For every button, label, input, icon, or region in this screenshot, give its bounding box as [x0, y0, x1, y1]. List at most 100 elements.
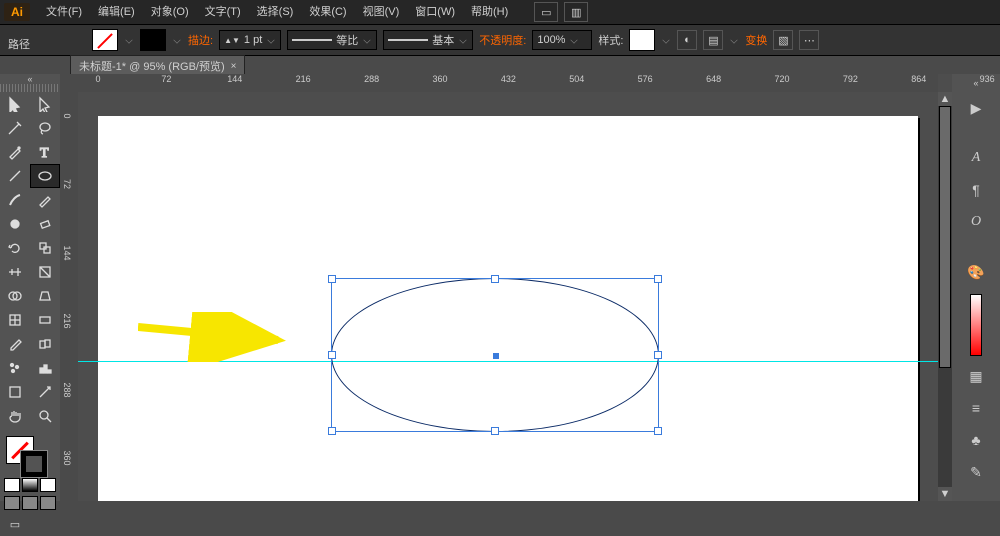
color-mode-normal[interactable] — [4, 478, 20, 492]
selection-handle[interactable] — [328, 427, 336, 435]
toolbox-collapse-icon[interactable]: « — [0, 74, 60, 84]
toolbox-grip[interactable] — [0, 84, 60, 92]
selection-handle[interactable] — [654, 427, 662, 435]
selection-handle[interactable] — [328, 275, 336, 283]
scale-tool[interactable] — [30, 236, 60, 260]
document-tab[interactable]: 未标题-1* @ 95% (RGB/预览) × — [70, 55, 245, 76]
scroll-up-icon[interactable]: ▲ — [938, 92, 952, 106]
scroll-down-icon[interactable]: ▼ — [938, 487, 952, 501]
play-icon[interactable]: ▶ — [963, 96, 989, 120]
eyedropper-tool[interactable] — [0, 332, 30, 356]
selection-handle[interactable] — [491, 275, 499, 283]
graphic-style-swatch[interactable] — [629, 29, 655, 51]
vertical-ruler[interactable]: 072144216288360 — [60, 92, 79, 501]
draw-normal[interactable] — [4, 496, 20, 510]
selection-bounding-box[interactable] — [331, 278, 659, 432]
menu-help[interactable]: 帮助(H) — [463, 0, 516, 24]
lasso-tool[interactable] — [30, 116, 60, 140]
magic-wand-tool[interactable] — [0, 116, 30, 140]
width-tool[interactable] — [0, 260, 30, 284]
artboard-tool[interactable] — [0, 380, 30, 404]
symbols-panel-icon[interactable]: ♣ — [963, 428, 989, 452]
shape-builder-tool[interactable] — [0, 284, 30, 308]
align-icon[interactable]: ▤ — [703, 30, 723, 50]
scrollbar-thumb[interactable] — [939, 106, 951, 368]
chevron-down-icon[interactable] — [731, 36, 738, 43]
brush-tool[interactable] — [0, 188, 30, 212]
draw-behind[interactable] — [22, 496, 38, 510]
svg-text:T: T — [40, 146, 49, 160]
stroke-indicator[interactable] — [20, 450, 48, 478]
stroke-swatch[interactable] — [140, 29, 166, 51]
ruler-origin[interactable] — [60, 74, 79, 93]
paragraph-panel-icon[interactable]: ¶ — [963, 178, 989, 202]
rotate-tool[interactable] — [0, 236, 30, 260]
selection-handle[interactable] — [491, 427, 499, 435]
pencil-tool[interactable] — [30, 188, 60, 212]
recolor-artwork-icon[interactable]: ◐ — [677, 30, 697, 50]
stroke-panel-icon[interactable]: ≡ — [963, 396, 989, 420]
fill-stroke-control[interactable] — [0, 434, 60, 476]
swatches-panel-icon[interactable]: ▦ — [963, 364, 989, 388]
vertical-scrollbar[interactable]: ▲ ▼ — [937, 92, 952, 501]
perspective-tool[interactable] — [30, 284, 60, 308]
direct-selection-tool[interactable] — [30, 92, 60, 116]
selection-tool[interactable] — [0, 92, 30, 116]
viewport[interactable] — [78, 92, 938, 501]
menu-effect[interactable]: 效果(C) — [301, 0, 354, 24]
menu-type[interactable]: 文字(T) — [197, 0, 249, 24]
character-panel-icon[interactable]: A — [963, 146, 989, 170]
more-options-icon[interactable]: ⋯ — [799, 30, 819, 50]
transform-label[interactable]: 变换 — [745, 32, 767, 48]
ellipse-tool[interactable] — [30, 164, 60, 188]
color-mode-none[interactable] — [40, 478, 56, 492]
symbol-sprayer-tool[interactable] — [0, 356, 30, 380]
menu-view[interactable]: 视图(V) — [355, 0, 408, 24]
menu-object[interactable]: 对象(O) — [143, 0, 197, 24]
line-tool[interactable] — [0, 164, 30, 188]
zoom-tool[interactable] — [30, 404, 60, 428]
hand-tool[interactable] — [0, 404, 30, 428]
eraser-tool[interactable] — [30, 212, 60, 236]
menu-select[interactable]: 选择(S) — [249, 0, 302, 24]
main-area: « T ▭ « ▶ A ¶ O 🎨 ▦ ≡ ♣ ✎ — [0, 74, 1000, 501]
brush-definition[interactable]: 基本 — [383, 30, 473, 50]
close-tab-icon[interactable]: × — [231, 61, 237, 72]
draw-inside[interactable] — [40, 496, 56, 510]
column-graph-tool[interactable] — [30, 356, 60, 380]
menu-file[interactable]: 文件(F) — [38, 0, 90, 24]
chevron-down-icon[interactable] — [663, 36, 670, 43]
menu-edit[interactable]: 编辑(E) — [90, 0, 143, 24]
isolate-icon[interactable]: ▧ — [773, 30, 793, 50]
menu-window[interactable]: 窗口(W) — [407, 0, 463, 24]
screen-mode-tool[interactable]: ▭ — [0, 512, 30, 536]
opentype-panel-icon[interactable]: O — [963, 210, 989, 234]
workspace-switcher-icon[interactable]: ▭ — [534, 2, 558, 22]
blend-tool[interactable] — [30, 332, 60, 356]
slice-tool[interactable] — [30, 380, 60, 404]
gradient-tool[interactable] — [30, 308, 60, 332]
variable-width-profile[interactable]: 等比 — [287, 30, 377, 50]
chevron-down-icon — [460, 36, 467, 43]
blob-brush-tool[interactable] — [0, 212, 30, 236]
color-panel-icon[interactable]: 🎨 — [963, 260, 989, 284]
pen-tool[interactable] — [0, 140, 30, 164]
selection-handle[interactable] — [328, 351, 336, 359]
horizontal-ruler[interactable]: 072144216288360432504576648720792864936 — [78, 74, 938, 93]
color-mode-gradient[interactable] — [22, 478, 38, 492]
fill-dropdown-icon[interactable] — [125, 36, 132, 43]
opacity-field[interactable]: 100% — [532, 30, 592, 50]
type-tool[interactable]: T — [30, 140, 60, 164]
mesh-tool[interactable] — [0, 308, 30, 332]
selection-handle[interactable] — [654, 275, 662, 283]
stroke-weight-field[interactable]: ▲▼ 1 pt — [219, 30, 281, 50]
stroke-dropdown-icon[interactable] — [173, 36, 180, 43]
fill-swatch[interactable] — [92, 29, 118, 51]
color-spectrum[interactable] — [970, 294, 982, 356]
arrange-documents-icon[interactable]: ▥ — [564, 2, 588, 22]
selection-handle[interactable] — [654, 351, 662, 359]
brushes-panel-icon[interactable]: ✎ — [963, 460, 989, 484]
selection-handle[interactable] — [493, 353, 499, 359]
toolbox: « T ▭ — [0, 74, 61, 501]
free-transform-tool[interactable] — [30, 260, 60, 284]
